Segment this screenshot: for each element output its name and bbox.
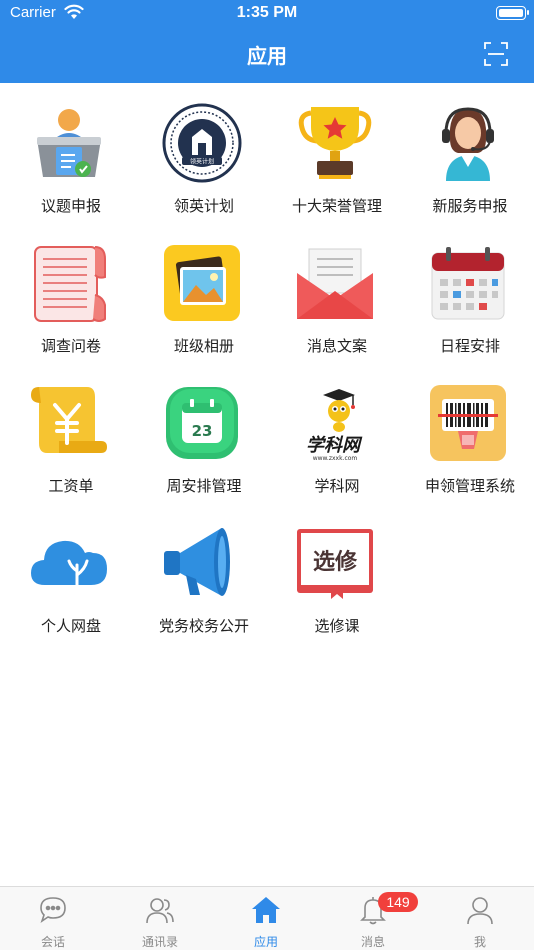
megaphone-icon [164,528,230,596]
photo-album-icon [164,245,240,321]
tab-bar: 会话 通讯录 应用 149 消息 我 [0,886,534,950]
tab-label: 消息 [360,935,385,949]
app-label: 工资单 [48,477,94,495]
app-tile[interactable]: 申领管理系统 [399,363,532,503]
app-tile[interactable]: 23 周安排管理 [133,363,266,503]
tab-messages[interactable]: 149 消息 [320,887,426,950]
contacts-icon [146,898,174,924]
app-tile[interactable]: 议题申报 [0,83,133,223]
tab-label: 通讯录 [141,935,178,949]
svg-text:www.zxxk.com: www.zxxk.com [313,455,358,462]
app-label: 日程安排 [439,337,500,355]
tab-label: 会话 [40,935,65,949]
tab-label: 我 [473,935,486,949]
app-tile[interactable]: 日程安排 [399,223,532,363]
app-tile[interactable]: 个人网盘 [0,503,133,643]
unread-badge: 149 [378,892,418,912]
svg-text:23: 23 [192,422,213,440]
app-label: 选修课 [314,617,360,635]
app-tile[interactable]: 十大荣誉管理 [266,83,399,223]
app-tile[interactable]: 选修 选修课 [266,503,399,643]
profile-icon [467,897,493,925]
app-label: 十大荣誉管理 [291,197,382,215]
envelope-icon [297,248,373,319]
battery-icon [496,6,529,20]
app-label: 个人网盘 [40,617,101,635]
chat-bubble-icon [40,897,66,923]
scroll-paper-icon [34,246,106,322]
status-bar: Carrier 1:35 PM [0,0,534,30]
svg-text:学科网: 学科网 [306,435,363,456]
trophy-icon [298,107,372,179]
weekly-calendar-icon: 23 [166,387,238,459]
scan-icon[interactable] [484,42,508,66]
status-time: 1:35 PM [236,4,298,21]
svg-text:选修: 选修 [313,549,358,575]
app-label: 领英计划 [173,197,234,215]
app-label: 党务校务公开 [158,617,249,635]
leadership-plan-seal-icon: 领英计划 [162,103,242,183]
tab-contacts[interactable]: 通讯录 [107,887,213,950]
app-screen: Carrier 1:35 PM 应用 议题申报 领英计划 领英计划 十大荣誉管理… [0,0,534,950]
top-bar: Carrier 1:35 PM 应用 [0,0,534,83]
app-label: 调查问卷 [40,337,101,355]
customer-service-agent-icon [442,107,494,181]
app-label: 消息文案 [306,337,367,355]
tab-me[interactable]: 我 [427,887,533,950]
app-label: 议题申报 [40,197,101,215]
tab-label: 应用 [253,935,278,949]
app-tile[interactable]: 学科网 www.zxxk.com 学科网 [266,363,399,503]
yuan-scroll-icon [31,387,107,453]
app-tile[interactable]: 调查问卷 [0,223,133,363]
tab-apps[interactable]: 应用 [213,887,319,950]
app-label: 周安排管理 [166,477,242,495]
app-label: 新服务申报 [432,197,508,215]
xuekewang-logo-icon: 学科网 www.zxxk.com [306,389,363,462]
app-tile[interactable]: 消息文案 [266,223,399,363]
presenter-desk-icon [37,109,101,177]
home-icon [252,897,280,923]
app-label: 班级相册 [173,337,234,355]
app-tile[interactable]: 班级相册 [133,223,266,363]
elective-book-icon: 选修 [297,529,373,599]
app-label: 学科网 [314,477,360,495]
svg-text:领英计划: 领英计划 [190,158,214,166]
calendar-icon [431,247,505,320]
cloud-drive-icon [31,540,107,587]
app-tile[interactable]: 领英计划 领英计划 [133,83,266,223]
app-tile[interactable]: 工资单 [0,363,133,503]
app-tile[interactable]: 党务校务公开 [133,503,266,643]
app-tile[interactable]: 新服务申报 [399,83,532,223]
tab-chat[interactable]: 会话 [0,887,106,950]
barcode-scanner-icon [430,385,506,461]
page-title: 应用 [247,44,287,68]
app-label: 申领管理系统 [424,477,515,495]
